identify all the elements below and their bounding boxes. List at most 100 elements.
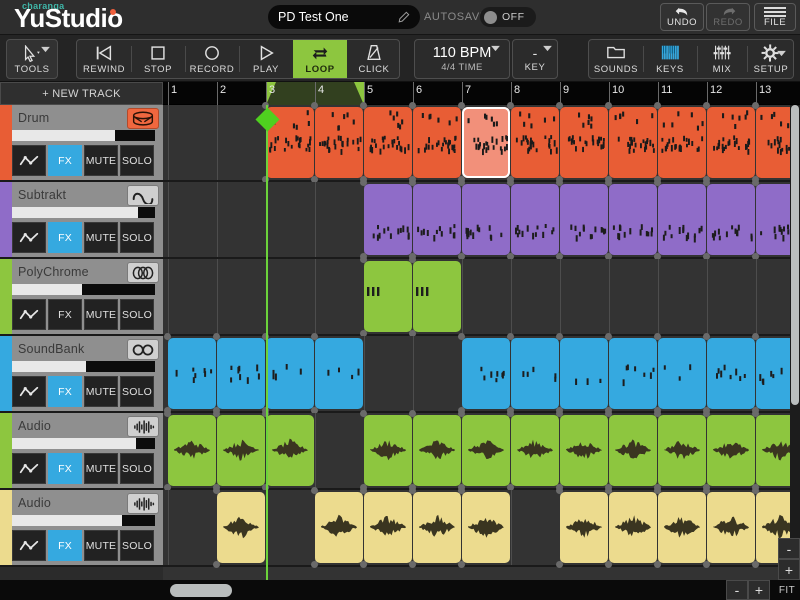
solo-button[interactable]: SOLO xyxy=(120,299,154,330)
keys-button[interactable]: KEYS xyxy=(643,40,697,78)
clip[interactable] xyxy=(462,107,510,178)
clip-handle[interactable] xyxy=(703,102,710,109)
clip-handle[interactable] xyxy=(213,487,220,494)
chevron-down-icon[interactable] xyxy=(777,50,786,57)
clip[interactable] xyxy=(609,492,657,563)
clip[interactable] xyxy=(609,415,657,486)
clip[interactable] xyxy=(364,415,412,486)
clip[interactable] xyxy=(364,184,412,255)
clip-handle[interactable] xyxy=(556,102,563,109)
automation-button[interactable] xyxy=(12,145,46,176)
clip-handle[interactable] xyxy=(507,410,514,417)
fx-button[interactable]: FX xyxy=(48,222,82,253)
solo-button[interactable]: SOLO xyxy=(120,222,154,253)
track-header[interactable]: DrumFXMUTESOLO xyxy=(0,105,163,182)
vertical-zoom-in-button[interactable]: + xyxy=(778,559,800,580)
arrangement-view[interactable]: 12345678910111213 xyxy=(163,82,800,580)
track-header[interactable]: AudioFXMUTESOLO xyxy=(0,413,163,490)
clip-handle[interactable] xyxy=(311,487,318,494)
clip-handle[interactable] xyxy=(164,333,171,340)
track-instrument-button[interactable] xyxy=(127,185,159,206)
track-instrument-button[interactable] xyxy=(127,262,159,283)
clip[interactable] xyxy=(168,338,216,409)
setup-button[interactable]: SETUP xyxy=(747,40,795,78)
clip-handle[interactable] xyxy=(458,487,465,494)
undo-button[interactable]: UNDO xyxy=(660,3,704,31)
clip-handle[interactable] xyxy=(360,410,367,417)
horizontal-scroll-thumb[interactable] xyxy=(170,584,232,597)
mute-button[interactable]: MUTE xyxy=(84,145,118,176)
clip-handle[interactable] xyxy=(507,102,514,109)
clip-handle[interactable] xyxy=(752,561,759,568)
project-name-field[interactable]: PD Test One xyxy=(268,5,420,29)
clip-handle[interactable] xyxy=(703,179,710,186)
new-track-button[interactable]: + NEW TRACK xyxy=(0,82,163,105)
clip-handle[interactable] xyxy=(605,487,612,494)
clip-handle[interactable] xyxy=(556,333,563,340)
clip-handle[interactable] xyxy=(458,102,465,109)
clip[interactable] xyxy=(315,492,363,563)
tempo-button[interactable]: 110 BPM 4/4 TIME xyxy=(414,39,510,79)
clip-handle[interactable] xyxy=(556,410,563,417)
track-instrument-button[interactable] xyxy=(127,108,159,129)
clip-handle[interactable] xyxy=(556,561,563,568)
fit-button[interactable]: FIT xyxy=(774,580,800,600)
track-lane[interactable] xyxy=(163,490,800,567)
clip-handle[interactable] xyxy=(752,179,759,186)
track-instrument-button[interactable] xyxy=(127,493,159,514)
clip[interactable] xyxy=(560,184,608,255)
clip-handle[interactable] xyxy=(360,256,367,263)
clip-handle[interactable] xyxy=(605,561,612,568)
clip-handle[interactable] xyxy=(311,102,318,109)
fx-button[interactable]: FX xyxy=(48,299,82,330)
clip[interactable] xyxy=(315,338,363,409)
automation-button[interactable] xyxy=(12,530,46,561)
chevron-down-icon[interactable] xyxy=(41,46,50,53)
loop-button[interactable]: LOOP xyxy=(293,40,347,78)
clip-handle[interactable] xyxy=(360,179,367,186)
clip[interactable] xyxy=(413,261,461,332)
clip[interactable] xyxy=(658,107,706,178)
clip-handle[interactable] xyxy=(213,333,220,340)
mute-button[interactable]: MUTE xyxy=(84,299,118,330)
key-button[interactable]: - KEY xyxy=(512,39,558,79)
clip[interactable] xyxy=(462,415,510,486)
clip-handle[interactable] xyxy=(654,561,661,568)
stop-button[interactable]: STOP xyxy=(131,40,185,78)
track-lane[interactable] xyxy=(163,182,800,259)
fx-button[interactable]: FX xyxy=(48,530,82,561)
clip-handle[interactable] xyxy=(360,561,367,568)
clip-handle[interactable] xyxy=(409,487,416,494)
clip[interactable] xyxy=(511,338,559,409)
automation-button[interactable] xyxy=(12,222,46,253)
clip-handle[interactable] xyxy=(605,333,612,340)
clip-handle[interactable] xyxy=(213,561,220,568)
clip-handle[interactable] xyxy=(409,256,416,263)
clip[interactable] xyxy=(609,184,657,255)
clip-handle[interactable] xyxy=(409,102,416,109)
chevron-down-icon[interactable] xyxy=(491,45,500,52)
track-lane[interactable] xyxy=(163,413,800,490)
clip-handle[interactable] xyxy=(752,410,759,417)
clip[interactable] xyxy=(707,184,755,255)
clip[interactable] xyxy=(413,492,461,563)
clip[interactable] xyxy=(560,338,608,409)
clip-handle[interactable] xyxy=(703,410,710,417)
clip-handle[interactable] xyxy=(409,179,416,186)
clip[interactable] xyxy=(413,107,461,178)
clip-handle[interactable] xyxy=(556,179,563,186)
clip[interactable] xyxy=(560,415,608,486)
clip[interactable] xyxy=(707,492,755,563)
track-header[interactable]: SubtraktFXMUTESOLO xyxy=(0,182,163,259)
record-button[interactable]: RECORD xyxy=(185,40,239,78)
automation-button[interactable] xyxy=(12,453,46,484)
clip-handle[interactable] xyxy=(507,333,514,340)
clip-handle[interactable] xyxy=(458,179,465,186)
clip-handle[interactable] xyxy=(507,179,514,186)
clip-handle[interactable] xyxy=(605,102,612,109)
clip[interactable] xyxy=(217,492,265,563)
clip-handle[interactable] xyxy=(605,179,612,186)
play-button[interactable]: PLAY xyxy=(239,40,293,78)
clip[interactable] xyxy=(266,415,314,486)
clip[interactable] xyxy=(511,107,559,178)
